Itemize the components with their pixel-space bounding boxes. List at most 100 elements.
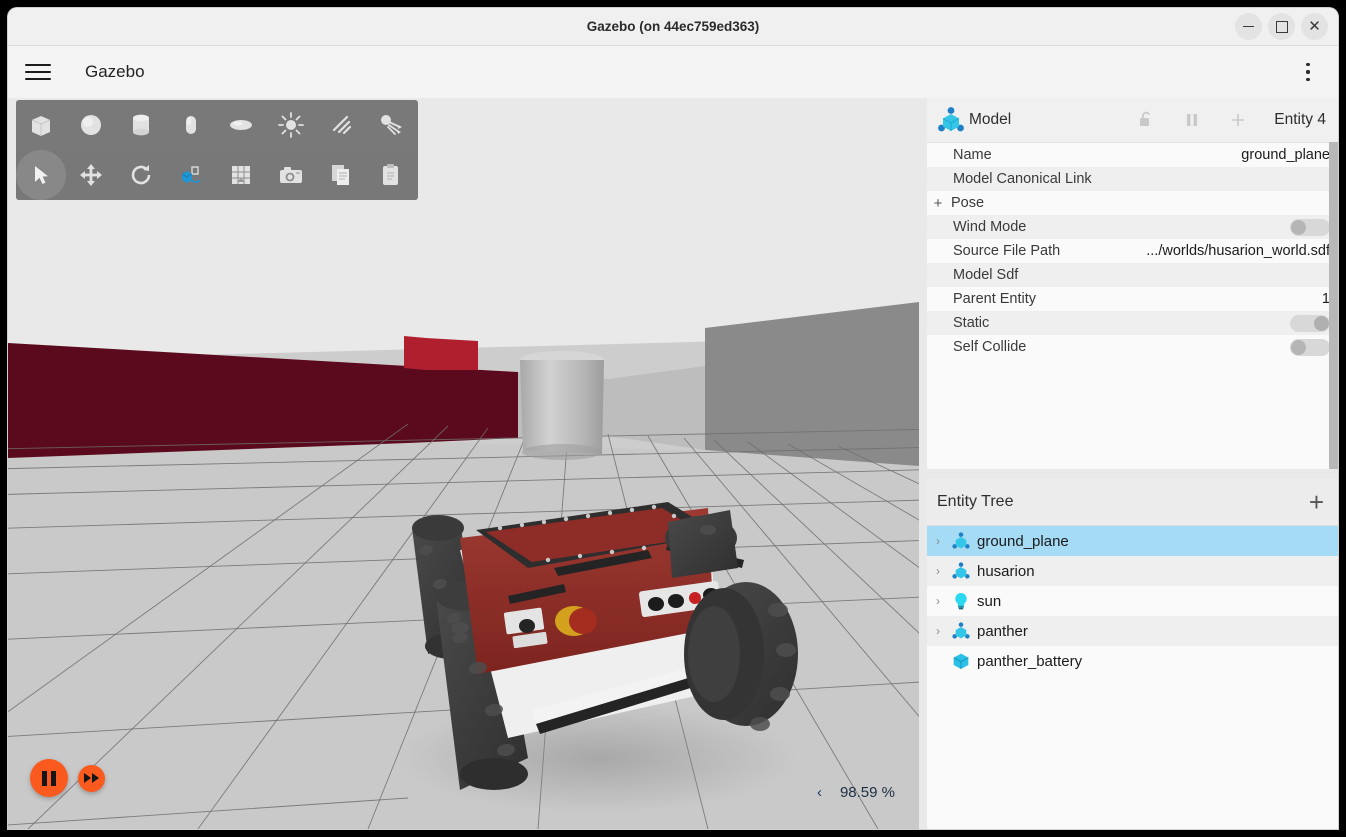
directional-light-tool[interactable] bbox=[316, 100, 366, 150]
property-key: Name bbox=[953, 147, 992, 163]
scene-toolbar bbox=[16, 100, 418, 200]
model-icon bbox=[949, 561, 973, 581]
transform-tool[interactable] bbox=[166, 150, 216, 200]
property-key: Static bbox=[953, 315, 990, 331]
collapse-stats-icon[interactable]: ‹ bbox=[817, 784, 822, 801]
entity-id-label: Entity 4 bbox=[1274, 111, 1326, 128]
property-row-pose[interactable]: + Pose bbox=[927, 191, 1338, 215]
model-icon bbox=[949, 621, 973, 641]
property-row[interactable]: Model Sdf bbox=[927, 263, 1338, 287]
cylinder-tool[interactable] bbox=[116, 100, 166, 150]
property-row[interactable]: Parent Entity 1 bbox=[927, 287, 1338, 311]
self-collide-toggle[interactable] bbox=[1290, 338, 1330, 356]
entity-tree-item-panther-battery[interactable]: panther_battery bbox=[927, 646, 1338, 676]
entity-label: husarion bbox=[977, 562, 1035, 580]
paste-tool[interactable] bbox=[366, 150, 416, 200]
shape-tool-row bbox=[16, 100, 418, 150]
property-value: ground_plane bbox=[1241, 147, 1330, 163]
minimize-icon bbox=[1243, 25, 1254, 28]
window-controls: ✕ bbox=[1235, 13, 1328, 40]
window-title: Gazebo (on 44ec759ed363) bbox=[586, 19, 760, 34]
property-row[interactable]: Static bbox=[927, 311, 1338, 335]
expand-chevron-icon[interactable]: › bbox=[927, 594, 949, 608]
plus-icon[interactable] bbox=[1228, 109, 1248, 131]
kebab-menu-icon[interactable] bbox=[1297, 57, 1319, 87]
property-row[interactable]: Name ground_plane bbox=[927, 143, 1338, 167]
expand-chevron-icon[interactable]: › bbox=[927, 564, 949, 578]
wind-mode-toggle[interactable] bbox=[1290, 218, 1330, 236]
menubar: Gazebo bbox=[8, 46, 1338, 99]
property-key: Wind Mode bbox=[953, 219, 1027, 235]
unlock-icon[interactable] bbox=[1136, 109, 1156, 131]
spot-light-tool[interactable] bbox=[366, 100, 416, 150]
property-value: .../worlds/husarion_world.sdf bbox=[1146, 243, 1330, 259]
entity-tree-item-ground-plane[interactable]: › ground_plane bbox=[927, 526, 1338, 556]
cube-icon bbox=[949, 651, 973, 671]
close-button[interactable]: ✕ bbox=[1301, 13, 1328, 40]
copy-tool[interactable] bbox=[316, 150, 366, 200]
maximize-icon bbox=[1275, 20, 1288, 33]
property-key: Parent Entity bbox=[953, 291, 1037, 307]
light-icon bbox=[949, 591, 973, 611]
inspector-actions: Entity 4 bbox=[1136, 109, 1338, 131]
select-tool[interactable] bbox=[16, 150, 66, 200]
entity-label: ground_plane bbox=[977, 532, 1069, 550]
entity-tree-item-sun[interactable]: › sun bbox=[927, 586, 1338, 616]
minimize-button[interactable] bbox=[1235, 13, 1262, 40]
expand-pose-icon[interactable]: + bbox=[929, 195, 947, 212]
capsule-tool[interactable] bbox=[166, 100, 216, 150]
window-titlebar: Gazebo (on 44ec759ed363) ✕ bbox=[8, 8, 1338, 46]
close-icon: ✕ bbox=[1308, 18, 1321, 35]
3d-viewport[interactable]: ‹ 98.59 % bbox=[8, 98, 919, 829]
property-row[interactable]: Self Collide bbox=[927, 335, 1338, 359]
transform-tool-row bbox=[16, 150, 418, 200]
expand-chevron-icon[interactable]: › bbox=[927, 624, 949, 638]
ellipsoid-tool[interactable] bbox=[216, 100, 266, 150]
screenshot-tool[interactable] bbox=[266, 150, 316, 200]
sphere-tool[interactable] bbox=[66, 100, 116, 150]
property-key: Self Collide bbox=[953, 339, 1027, 355]
hamburger-icon[interactable] bbox=[25, 59, 51, 85]
inspector-rows: Name ground_plane Model Canonical Link +… bbox=[927, 143, 1338, 359]
pause-icon[interactable] bbox=[1182, 109, 1202, 131]
main-body: ‹ 98.59 % Model Entity 4 Name ground_pla… bbox=[8, 98, 1338, 829]
entity-label: panther bbox=[977, 622, 1028, 640]
step-forward-icon bbox=[84, 773, 99, 783]
property-key: Source File Path bbox=[953, 243, 1061, 259]
property-key: Pose bbox=[951, 195, 985, 211]
translate-tool[interactable] bbox=[66, 150, 116, 200]
rotate-tool[interactable] bbox=[116, 150, 166, 200]
property-key: Model Sdf bbox=[953, 267, 1019, 283]
entity-tree-title: Entity Tree bbox=[937, 493, 1014, 510]
scene-render bbox=[8, 98, 919, 829]
entity-tree-item-husarion[interactable]: › husarion bbox=[927, 556, 1338, 586]
main-window: Gazebo (on 44ec759ed363) ✕ Gazebo ‹ 98.5… bbox=[8, 8, 1338, 829]
maximize-button[interactable] bbox=[1268, 13, 1295, 40]
add-entity-button[interactable]: + bbox=[1309, 489, 1338, 515]
static-toggle[interactable] bbox=[1290, 314, 1330, 332]
entity-label: panther_battery bbox=[977, 652, 1083, 670]
realtime-factor-readout: ‹ 98.59 % bbox=[817, 784, 895, 801]
inspector-scrollbar[interactable] bbox=[1329, 142, 1338, 469]
model-icon bbox=[933, 102, 969, 138]
property-row[interactable]: Source File Path .../worlds/husarion_wor… bbox=[927, 239, 1338, 263]
point-light-tool[interactable] bbox=[266, 100, 316, 150]
entity-tree-item-panther[interactable]: › panther bbox=[927, 616, 1338, 646]
gazebo-application: Gazebo (on 44ec759ed363) ✕ Gazebo ‹ 98.5… bbox=[0, 0, 1346, 837]
model-icon bbox=[949, 531, 973, 551]
property-key: Model Canonical Link bbox=[953, 171, 1092, 187]
property-row[interactable]: Wind Mode bbox=[927, 215, 1338, 239]
component-inspector: Model Entity 4 Name ground_plane Model C… bbox=[927, 98, 1338, 469]
entity-tree-panel: Entity Tree + › ground_plane › husarion … bbox=[927, 479, 1338, 829]
snap-grid-tool[interactable] bbox=[216, 150, 266, 200]
right-panel: Model Entity 4 Name ground_plane Model C… bbox=[927, 98, 1338, 829]
inspector-header: Model Entity 4 bbox=[927, 98, 1338, 143]
step-button[interactable] bbox=[78, 764, 105, 792]
box-tool[interactable] bbox=[16, 100, 66, 150]
expand-chevron-icon[interactable]: › bbox=[927, 534, 949, 548]
property-row[interactable]: Model Canonical Link bbox=[927, 167, 1338, 191]
app-title: Gazebo bbox=[85, 62, 145, 81]
inspector-title: Model bbox=[969, 111, 1012, 128]
pause-icon bbox=[42, 770, 56, 786]
pause-button[interactable] bbox=[30, 759, 68, 797]
